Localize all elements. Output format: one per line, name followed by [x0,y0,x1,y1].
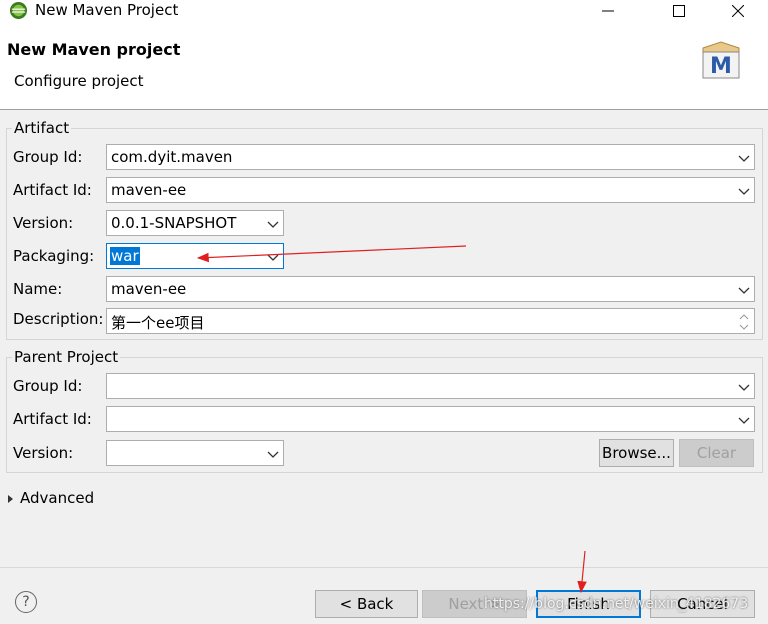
group-id-label: Group Id: [13,148,83,166]
group-id-value: com.dyit.maven [111,148,233,166]
parent-version-label: Version: [13,444,74,462]
artifact-id-value: maven-ee [111,181,187,199]
chevron-down-icon[interactable] [266,447,280,461]
chevron-down-icon[interactable] [737,413,751,427]
wizard-header: New Maven project Configure project M [0,22,768,110]
footer-divider [0,567,768,568]
version-combo[interactable]: 0.0.1-SNAPSHOT [106,210,284,236]
parent-project-legend: Parent Project [12,348,121,366]
close-icon [732,5,744,17]
browse-button[interactable]: Browse... [599,439,674,467]
chevron-down-icon[interactable] [266,217,280,231]
close-button[interactable] [715,0,761,22]
version-label: Version: [13,214,74,232]
chevron-down-icon[interactable] [737,151,751,165]
description-value: 第一个ee项目 [111,314,205,332]
description-label: Description: [13,310,104,328]
chevron-down-icon[interactable] [737,184,751,198]
name-label: Name: [13,280,63,298]
name-value: maven-ee [111,280,187,298]
artifact-legend: Artifact [12,119,72,137]
parent-group-id-label: Group Id: [13,377,83,395]
scroll-spinner-icon[interactable] [737,311,751,333]
page-subtitle: Configure project [14,72,144,90]
packaging-value: war [110,247,140,265]
finish-annotation-arrow [577,550,587,594]
expand-arrow-icon[interactable] [7,494,15,504]
packaging-label: Packaging: [13,247,95,265]
help-icon[interactable]: ? [15,591,37,613]
version-value: 0.0.1-SNAPSHOT [111,214,237,232]
parent-version-combo[interactable] [106,440,284,466]
maximize-button[interactable] [656,0,702,22]
packaging-combo[interactable]: war [106,243,284,269]
parent-group-id-combo[interactable] [106,373,755,399]
watermark-text: https://blog.csdn.net/weixin_4182673 [484,596,749,612]
parent-artifact-id-label: Artifact Id: [13,410,92,428]
minimize-button[interactable] [585,0,631,22]
description-textarea[interactable]: 第一个ee项目 [106,308,755,334]
chevron-down-icon[interactable] [737,380,751,394]
chevron-down-icon[interactable] [737,283,751,297]
page-title: New Maven project [7,40,181,59]
minimize-icon [602,10,614,12]
maven-logo-icon: M [702,41,740,79]
parent-artifact-id-combo[interactable] [106,406,755,432]
artifact-id-label: Artifact Id: [13,181,92,199]
title-bar: New Maven Project [0,0,768,22]
clear-button[interactable]: Clear [679,439,754,467]
eclipse-icon [9,1,28,20]
maximize-icon [673,5,685,17]
chevron-down-icon[interactable] [266,250,280,264]
artifact-id-combo[interactable]: maven-ee [106,177,755,203]
advanced-toggle[interactable]: Advanced [20,489,94,507]
group-id-combo[interactable]: com.dyit.maven [106,144,755,170]
back-button[interactable]: < Back [315,590,418,618]
window-title: New Maven Project [35,1,179,19]
name-combo[interactable]: maven-ee [106,276,755,302]
logo-letter: M [710,54,732,79]
